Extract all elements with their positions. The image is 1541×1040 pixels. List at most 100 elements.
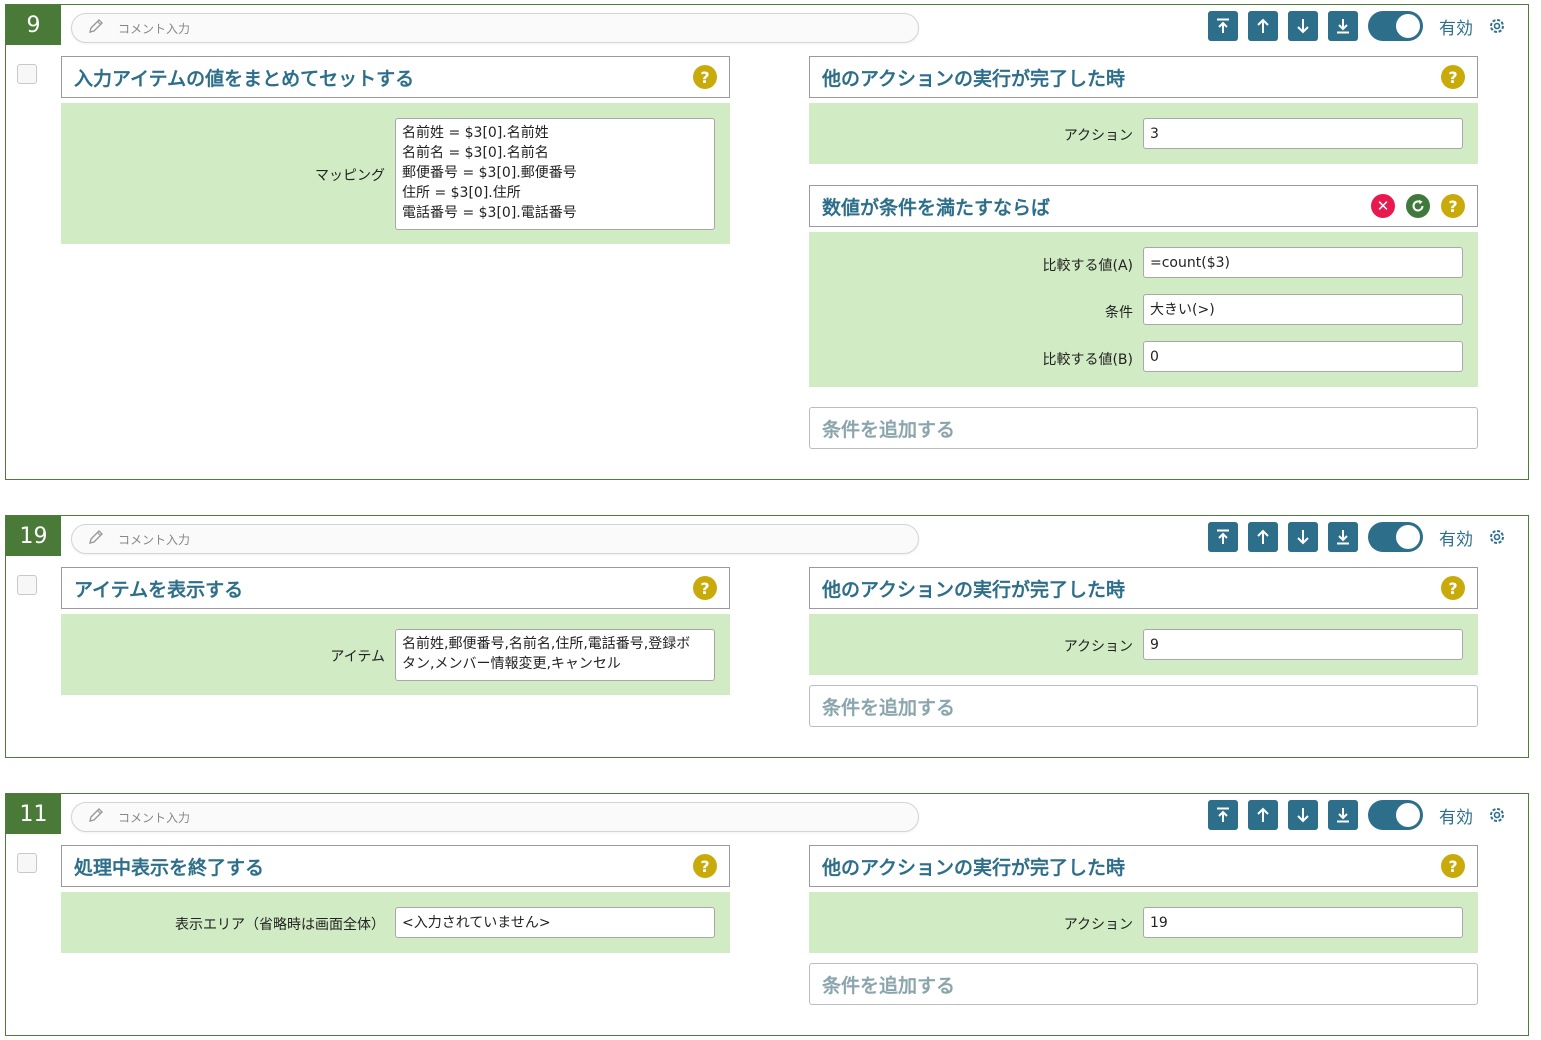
action-number: 9	[6, 5, 61, 45]
refresh-icon[interactable]	[1406, 194, 1430, 218]
action-field-label: アクション	[1063, 639, 1133, 655]
help-icon[interactable]: ?	[693, 854, 717, 878]
card-toolbar: 有効	[1208, 521, 1507, 553]
item-label: アイテム	[330, 649, 385, 665]
trigger-title: 他のアクションの実行が完了した時	[822, 856, 1126, 879]
condition-title: 数値が条件を満たすならば	[822, 196, 1051, 219]
gear-icon[interactable]	[1487, 527, 1507, 547]
comment-input[interactable]: コメント入力	[71, 802, 919, 832]
toggle-knob	[1396, 803, 1420, 827]
compare-b-input[interactable]: 0	[1143, 341, 1463, 372]
help-icon[interactable]: ?	[1441, 576, 1465, 600]
mapping-line: 電話番号 = $3[0].電話番号	[402, 205, 577, 221]
move-bottom-button[interactable]	[1328, 522, 1358, 552]
move-bottom-icon	[1337, 19, 1349, 34]
select-checkbox[interactable]	[17, 853, 37, 873]
card-toolbar: 有効	[1208, 799, 1507, 831]
mapping-line: 郵便番号 = $3[0].郵便番号	[402, 165, 577, 181]
help-icon[interactable]: ?	[1441, 65, 1465, 89]
pencil-icon	[86, 805, 106, 829]
card-toolbar: 有効	[1208, 10, 1507, 42]
arrow-down-icon	[1297, 808, 1309, 823]
comment-input[interactable]: コメント入力	[71, 524, 919, 554]
action-panel-header: 入力アイテムの値をまとめてセットする ?	[61, 56, 730, 98]
trigger-title: 他のアクションの実行が完了した時	[822, 578, 1126, 601]
mapping-line: 住所 = $3[0].住所	[402, 185, 521, 201]
move-up-button[interactable]	[1248, 800, 1278, 830]
action-panel-header: 処理中表示を終了する ?	[61, 845, 730, 887]
gear-icon[interactable]	[1487, 16, 1507, 36]
arrow-down-icon	[1297, 19, 1309, 34]
enabled-label: 有効	[1439, 18, 1473, 39]
move-bottom-button[interactable]	[1328, 11, 1358, 41]
add-condition-button[interactable]: 条件を追加する	[809, 407, 1478, 449]
move-bottom-icon	[1337, 808, 1349, 823]
arrow-up-icon	[1257, 807, 1269, 822]
move-top-button[interactable]	[1208, 11, 1238, 41]
move-top-icon	[1217, 807, 1229, 822]
move-bottom-icon	[1337, 530, 1349, 545]
move-bottom-button[interactable]	[1328, 800, 1358, 830]
action-params: マッピング 名前姓 = $3[0].名前姓 名前名 = $3[0].名前名 郵便…	[61, 103, 730, 244]
pencil-icon	[86, 527, 106, 551]
select-checkbox[interactable]	[17, 64, 37, 84]
arrow-down-icon	[1297, 530, 1309, 545]
compare-a-label: 比較する値(A)	[1042, 258, 1133, 274]
compare-a-input[interactable]: =count($3)	[1143, 247, 1463, 278]
action-title: 処理中表示を終了する	[74, 856, 265, 879]
move-top-button[interactable]	[1208, 522, 1238, 552]
help-icon[interactable]: ?	[1441, 194, 1465, 218]
toggle-knob	[1396, 14, 1420, 38]
mapping-line: 名前名 = $3[0].名前名	[402, 145, 549, 161]
action-card-11: 11 コメント入力 有効 処理中表示を終了する ? 表示エリア（省略時は画面全体…	[5, 793, 1529, 1036]
help-icon[interactable]: ?	[1441, 854, 1465, 878]
comment-input[interactable]: コメント入力	[71, 13, 919, 43]
add-condition-button[interactable]: 条件を追加する	[809, 963, 1478, 1005]
action-params: 表示エリア（省略時は画面全体） <入力されていません>	[61, 892, 730, 953]
move-up-button[interactable]	[1248, 11, 1278, 41]
move-down-button[interactable]	[1288, 11, 1318, 41]
comment-placeholder: コメント入力	[118, 532, 191, 547]
mapping-textarea[interactable]: 名前姓 = $3[0].名前姓 名前名 = $3[0].名前名 郵便番号 = $…	[395, 118, 715, 230]
select-checkbox[interactable]	[17, 575, 37, 595]
gear-icon[interactable]	[1487, 805, 1507, 825]
action-field-label: アクション	[1063, 917, 1133, 933]
trigger-params: アクション 19	[809, 892, 1478, 953]
enabled-toggle[interactable]	[1368, 522, 1423, 552]
pencil-icon	[86, 16, 106, 40]
arrow-up-icon	[1257, 18, 1269, 33]
action-field-input[interactable]: 9	[1143, 629, 1463, 660]
compare-b-label: 比較する値(B)	[1042, 352, 1133, 368]
move-up-button[interactable]	[1248, 522, 1278, 552]
enabled-toggle[interactable]	[1368, 11, 1423, 41]
move-top-button[interactable]	[1208, 800, 1238, 830]
toggle-knob	[1396, 525, 1420, 549]
action-params: アイテム 名前姓,郵便番号,名前名,住所,電話番号,登録ボ タン,メンバー情報変…	[61, 614, 730, 695]
trigger-params: アクション 3	[809, 103, 1478, 164]
action-field-input[interactable]: 3	[1143, 118, 1463, 149]
enabled-toggle[interactable]	[1368, 800, 1423, 830]
action-number: 11	[6, 794, 61, 834]
move-down-button[interactable]	[1288, 522, 1318, 552]
comment-placeholder: コメント入力	[118, 21, 191, 36]
action-card-19: 19 コメント入力 有効 アイテムを表示する ? アイテム 名前姓,郵便番号,名…	[5, 515, 1529, 758]
display-area-input[interactable]: <入力されていません>	[395, 907, 715, 938]
delete-icon[interactable]: ✕	[1371, 194, 1395, 218]
enabled-label: 有効	[1439, 529, 1473, 550]
action-field-input[interactable]: 19	[1143, 907, 1463, 938]
item-line: タン,メンバー情報変更,キャンセル	[402, 656, 621, 672]
move-top-icon	[1217, 18, 1229, 33]
action-card-9: 9 コメント入力 有効 入力アイテムの値をまとめてセットする ? マッピング 名…	[5, 4, 1529, 480]
comment-placeholder: コメント入力	[118, 810, 191, 825]
add-condition-button[interactable]: 条件を追加する	[809, 685, 1478, 727]
action-field-label: アクション	[1063, 128, 1133, 144]
help-icon[interactable]: ?	[693, 65, 717, 89]
move-down-button[interactable]	[1288, 800, 1318, 830]
condition-params: 比較する値(A) =count($3) 条件 大きい(>) 比較する値(B) 0	[809, 232, 1478, 387]
condition-select[interactable]: 大きい(>)	[1143, 294, 1463, 325]
item-field[interactable]: 名前姓,郵便番号,名前名,住所,電話番号,登録ボ タン,メンバー情報変更,キャン…	[395, 629, 715, 681]
mapping-line: 名前姓 = $3[0].名前姓	[402, 125, 549, 141]
help-icon[interactable]: ?	[693, 576, 717, 600]
action-title: 入力アイテムの値をまとめてセットする	[74, 67, 415, 90]
trigger-panel-header: 他のアクションの実行が完了した時 ?	[809, 567, 1478, 609]
